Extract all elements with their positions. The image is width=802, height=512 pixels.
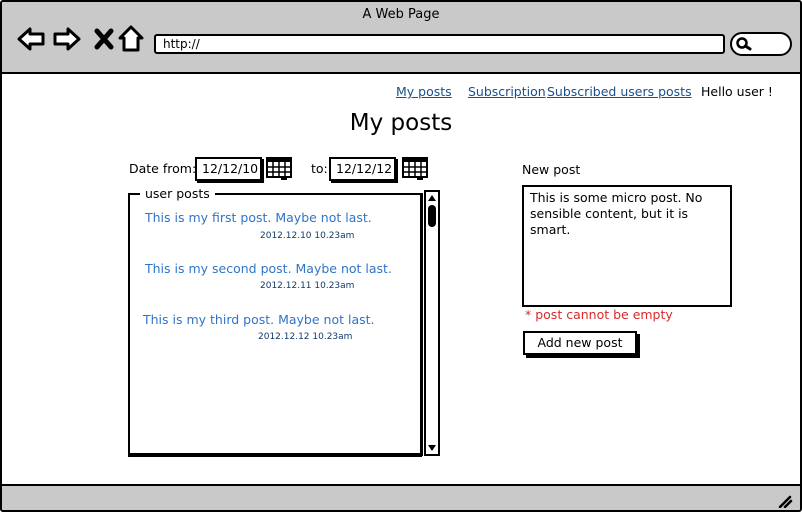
nav-link-my-posts[interactable]: My posts	[396, 84, 452, 99]
date-from-input[interactable]: 12/12/10	[195, 157, 262, 181]
calendar-icon[interactable]	[266, 157, 292, 181]
scroll-down-icon[interactable]	[426, 442, 438, 454]
browser-toolbar: A Web Page http://	[2, 2, 800, 74]
address-bar[interactable]: http://	[154, 34, 725, 54]
panel-border	[420, 193, 423, 455]
calendar-icon[interactable]	[402, 157, 428, 181]
nav-link-subscribed-users-posts[interactable]: Subscribed users posts	[547, 84, 692, 99]
nav-link-subscription[interactable]: Subscription	[468, 84, 546, 99]
posts-scrollbar[interactable]	[424, 190, 440, 456]
browser-window: A Web Page http:// My posts Subscription…	[0, 0, 802, 512]
new-post-textarea[interactable]: This is some micro post. No sensible con…	[522, 185, 732, 307]
post-link[interactable]: This is my third post. Maybe not last.	[143, 312, 375, 327]
window-title: A Web Page	[362, 7, 440, 22]
panel-border	[128, 453, 423, 456]
post-link[interactable]: This is my first post. Maybe not last.	[145, 210, 372, 225]
date-from-label: Date from:	[129, 161, 197, 176]
post-date: 2012.12.12 10.23am	[258, 332, 353, 342]
date-from-value: 12/12/10	[202, 161, 259, 176]
date-to-value: 12/12/12	[336, 161, 393, 176]
add-new-post-button[interactable]: Add new post	[523, 331, 637, 355]
scroll-up-icon[interactable]	[426, 192, 438, 204]
search-icon	[736, 37, 752, 51]
address-bar-text: http://	[163, 37, 200, 51]
post-date: 2012.12.10 10.23am	[260, 231, 355, 241]
home-icon[interactable]	[116, 24, 146, 54]
new-post-label: New post	[522, 162, 581, 177]
date-to-input[interactable]: 12/12/12	[329, 157, 396, 181]
user-posts-legend: user posts	[140, 186, 215, 201]
forward-icon[interactable]	[52, 24, 82, 54]
user-greeting: Hello user !	[701, 84, 773, 99]
page-title: My posts	[349, 110, 453, 136]
validation-error: * post cannot be empty	[525, 307, 673, 322]
post-date: 2012.12.11 10.23am	[260, 281, 355, 291]
resize-grip-icon[interactable]	[777, 494, 793, 508]
browser-search-box[interactable]	[730, 32, 792, 56]
post-link[interactable]: This is my second post. Maybe not last.	[145, 261, 392, 276]
scroll-thumb[interactable]	[428, 205, 436, 227]
status-bar	[2, 484, 800, 510]
date-to-label: to:	[311, 161, 328, 176]
back-icon[interactable]	[16, 24, 46, 54]
